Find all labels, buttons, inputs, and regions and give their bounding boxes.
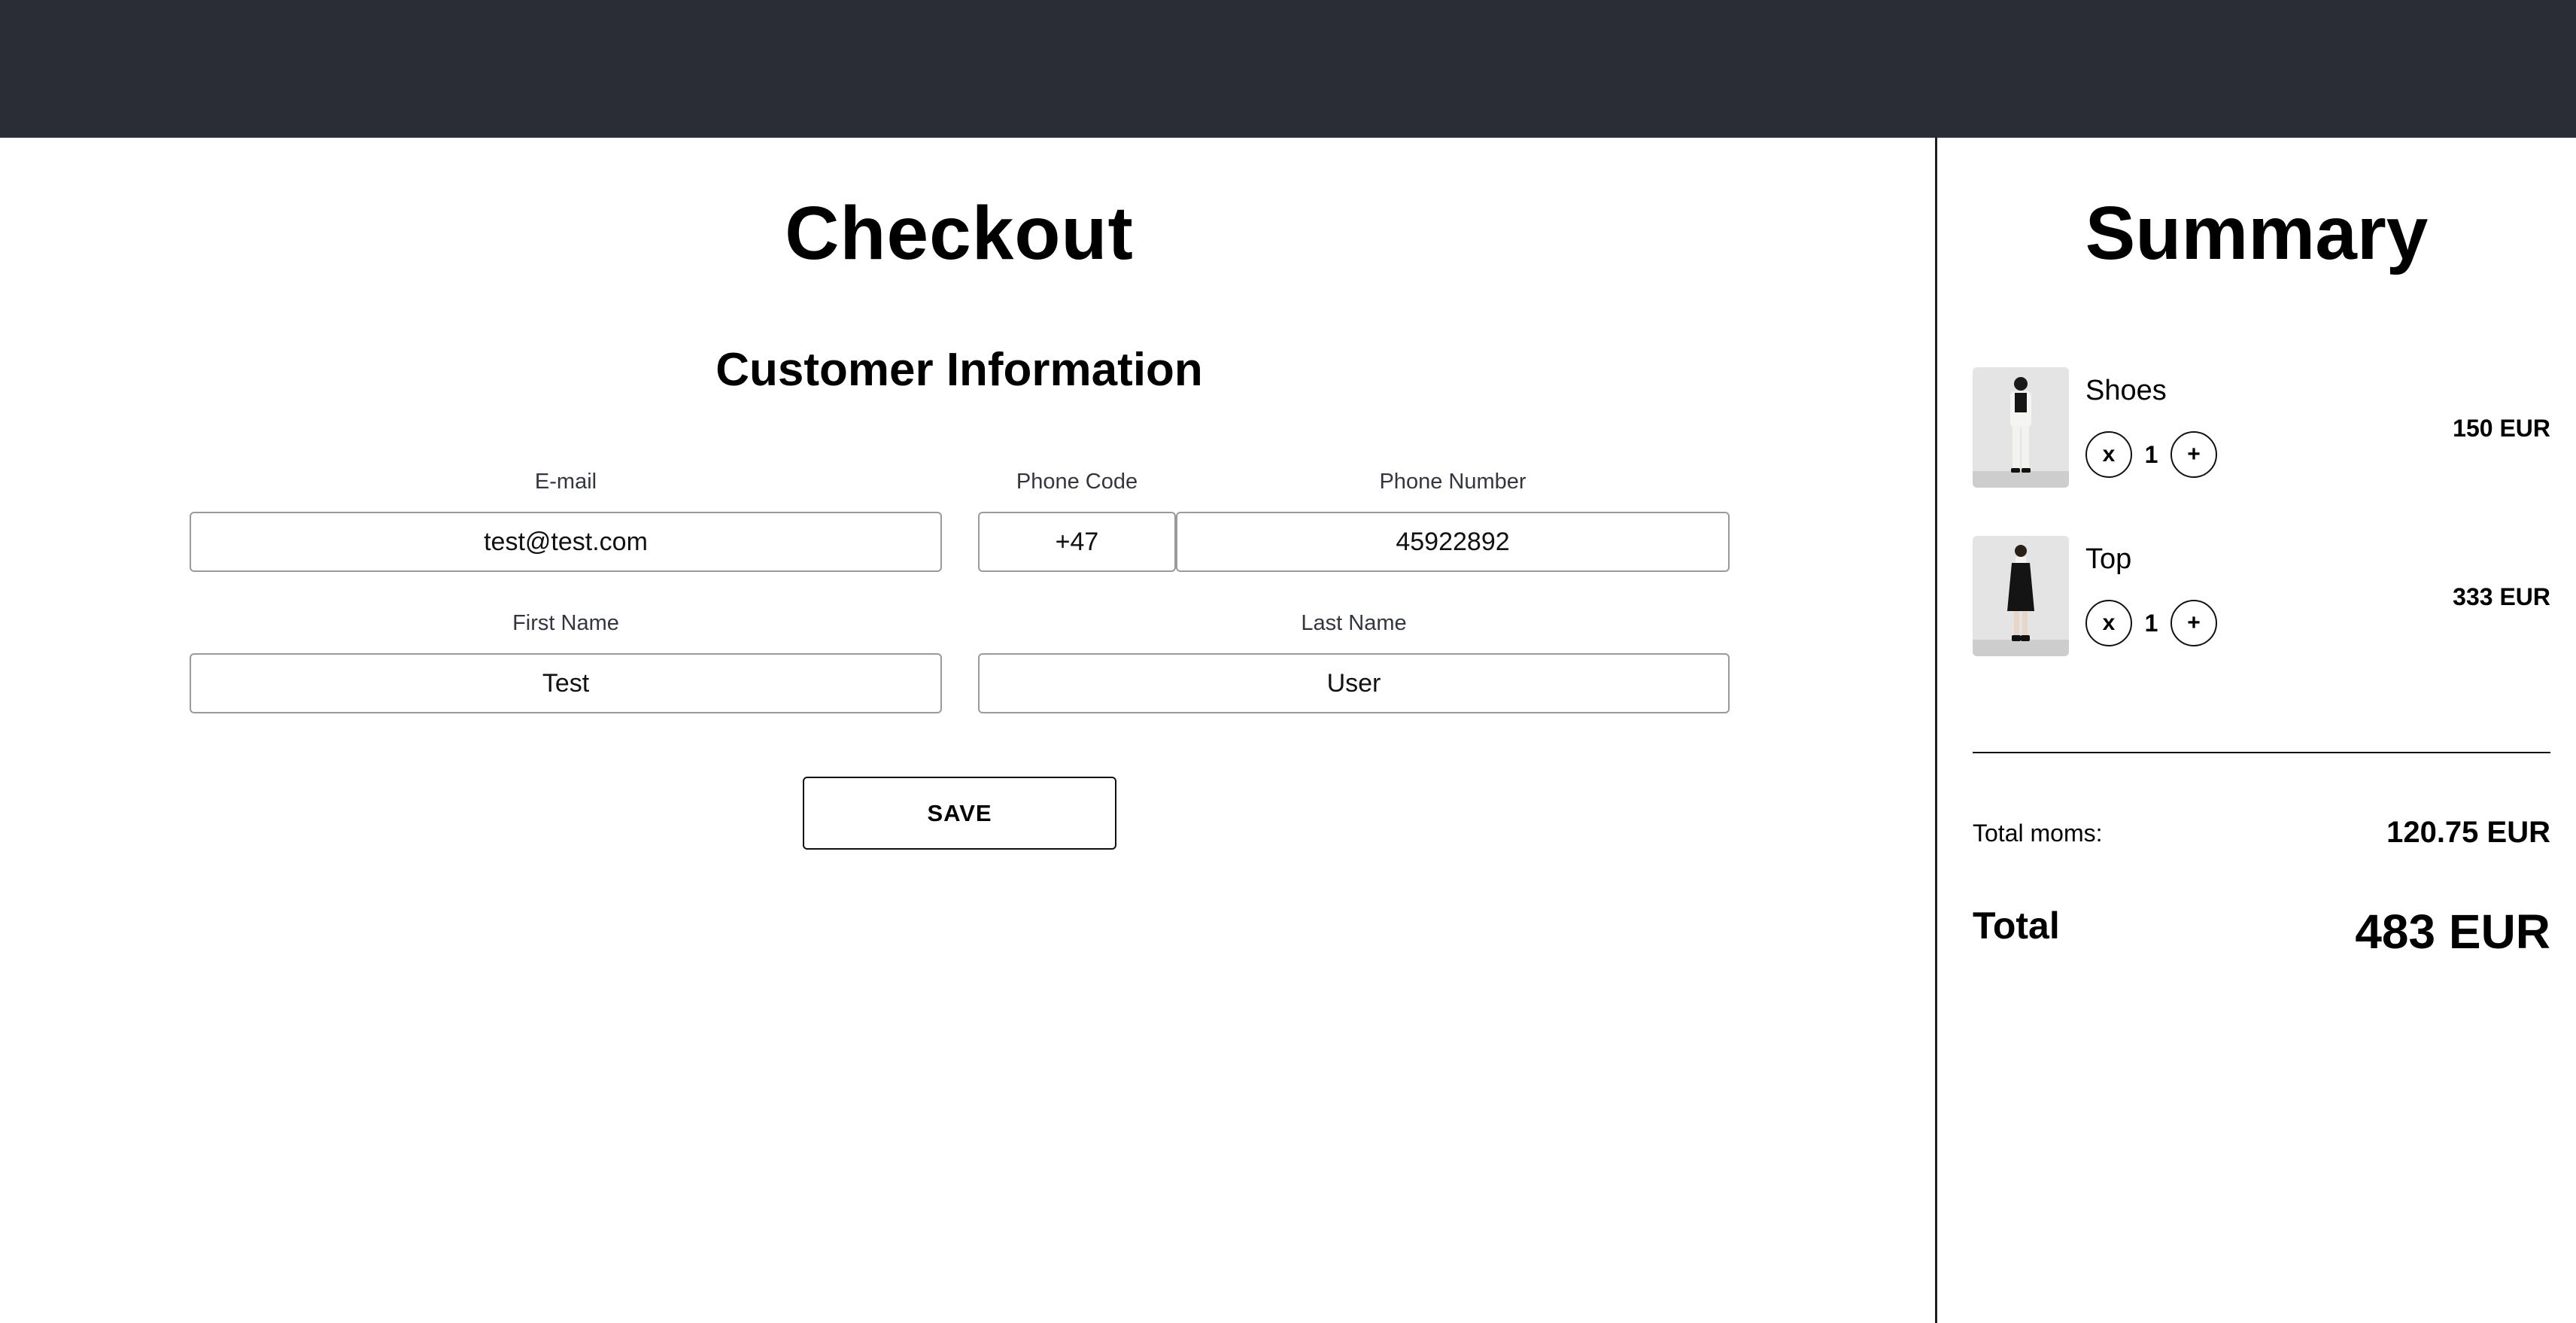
- product-photo-white-outfit-icon: [1973, 367, 2069, 488]
- summary-title: Summary: [2085, 191, 2429, 275]
- email-label: E-mail: [534, 470, 597, 494]
- increase-quantity-button[interactable]: +: [2170, 431, 2217, 478]
- checkout-panel: Checkout Customer Information E-mail Pho…: [0, 138, 1935, 1323]
- customer-information-heading: Customer Information: [715, 344, 1203, 396]
- summary-panel: Summary Shoes x 1 + 150 EUR Top x 1 + 33…: [1937, 138, 2576, 1323]
- product-thumbnail: [1973, 367, 2069, 488]
- first-name-field[interactable]: [190, 653, 942, 713]
- product-thumbnail: [1973, 536, 2069, 656]
- product-photo-black-dress-icon: [1973, 536, 2069, 656]
- top-header-bar: [0, 0, 2576, 138]
- first-name-label: First Name: [512, 611, 619, 635]
- phone-number-label: Phone Number: [1379, 470, 1526, 494]
- last-name-label: Last Name: [1301, 611, 1407, 635]
- increase-quantity-button[interactable]: +: [2170, 600, 2217, 646]
- phone-code-field[interactable]: [978, 512, 1176, 572]
- page-title: Checkout: [785, 191, 1134, 275]
- item-price: 150 EUR: [2453, 415, 2550, 442]
- item-quantity: 1: [2144, 610, 2158, 637]
- last-name-field[interactable]: [978, 653, 1730, 713]
- remove-item-button[interactable]: x: [2085, 431, 2132, 478]
- item-name: Shoes: [2085, 375, 2167, 406]
- total-moms-label: Total moms:: [1973, 820, 2103, 847]
- item-name: Top: [2085, 543, 2132, 575]
- email-field[interactable]: [190, 512, 942, 572]
- total-moms-value: 120.75 EUR: [2386, 816, 2550, 849]
- phone-number-field[interactable]: [1176, 512, 1730, 572]
- item-quantity: 1: [2144, 441, 2158, 468]
- cart-item: Top x 1 + 333 EUR: [1973, 536, 2550, 656]
- phone-code-label: Phone Code: [1016, 470, 1138, 494]
- cart-item: Shoes x 1 + 150 EUR: [1973, 367, 2550, 488]
- summary-divider: [1973, 752, 2550, 753]
- remove-item-button[interactable]: x: [2085, 600, 2132, 646]
- total-label: Total: [1973, 905, 2060, 947]
- item-price: 333 EUR: [2453, 583, 2550, 610]
- save-button[interactable]: SAVE: [803, 777, 1116, 850]
- total-value: 483 EUR: [2355, 905, 2550, 959]
